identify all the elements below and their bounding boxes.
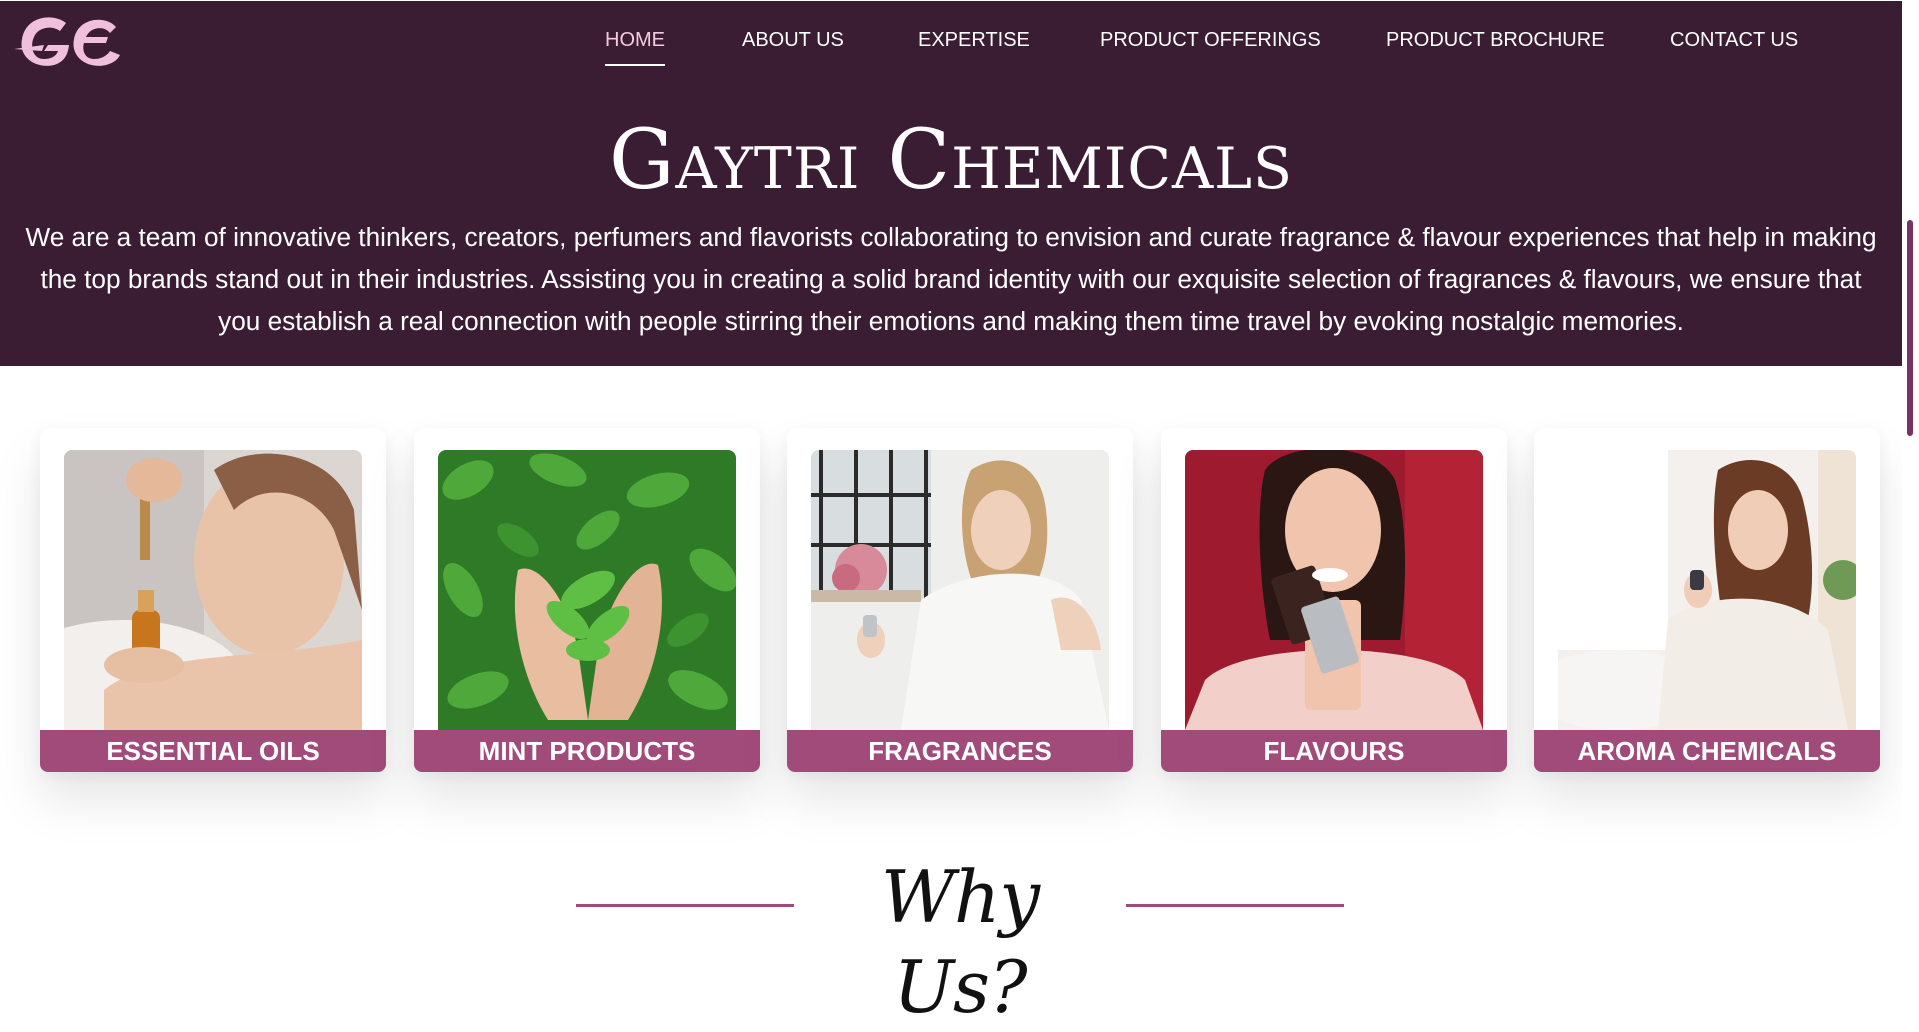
category-card-essential-oils[interactable]: ESSENTIAL OILS bbox=[40, 428, 386, 772]
intro-line: We are a team of innovative thinkers, cr… bbox=[25, 222, 1877, 252]
page-title: Gaytri Chemicals bbox=[608, 113, 1294, 208]
nav-about-us-label: ABOUT US bbox=[742, 29, 844, 51]
nav-product-brochure-label: PRODUCT BROCHURE bbox=[1386, 29, 1605, 51]
intro-line: the top brands stand out in their indust… bbox=[40, 264, 1862, 294]
hero-banner: HOME ABOUT US EXPERTISE PRODUCT OFFERING… bbox=[0, 1, 1902, 366]
category-card-aroma-chemicals[interactable]: AROMA CHEMICALS bbox=[1534, 428, 1880, 772]
woman-eating-chocolate-photo bbox=[1185, 450, 1483, 730]
category-label[interactable]: AROMA CHEMICALS bbox=[1534, 730, 1880, 772]
page-scrollbar[interactable] bbox=[1902, 0, 1919, 939]
nav-expertise[interactable]: EXPERTISE bbox=[918, 29, 1030, 52]
nav-home[interactable]: HOME bbox=[605, 29, 665, 66]
gc-logo[interactable] bbox=[14, 15, 124, 69]
category-card-mint-products[interactable]: MINT PRODUCTS bbox=[414, 428, 760, 772]
nav-expertise-label: EXPERTISE bbox=[918, 29, 1030, 51]
nav-product-brochure[interactable]: PRODUCT BROCHURE bbox=[1386, 29, 1605, 52]
woman-in-robe-perfume-photo bbox=[1558, 450, 1856, 730]
category-label[interactable]: FRAGRANCES bbox=[787, 730, 1133, 772]
heading-divider-left bbox=[576, 904, 794, 907]
nav-home-label: HOME bbox=[605, 29, 665, 51]
why-us-title: Why Us? bbox=[880, 855, 1040, 1029]
nav-product-offerings-label: PRODUCT OFFERINGS bbox=[1100, 29, 1321, 51]
why-us-heading-section: Why Us? bbox=[0, 852, 1902, 1029]
category-label[interactable]: ESSENTIAL OILS bbox=[40, 730, 386, 772]
hands-holding-mint-photo bbox=[438, 450, 736, 730]
woman-spraying-perfume-photo bbox=[811, 450, 1109, 730]
category-label[interactable]: FLAVOURS bbox=[1161, 730, 1507, 772]
intro-line: you establish a real connection with peo… bbox=[218, 306, 1684, 336]
nav-product-offerings[interactable]: PRODUCT OFFERINGS bbox=[1100, 29, 1321, 52]
active-underline bbox=[605, 64, 665, 66]
heading-divider-right bbox=[1126, 904, 1344, 907]
nav-contact-us-label: CONTACT US bbox=[1670, 29, 1799, 51]
category-label[interactable]: MINT PRODUCTS bbox=[414, 730, 760, 772]
category-card-flavours[interactable]: FLAVOURS bbox=[1161, 428, 1507, 772]
nav-about-us[interactable]: ABOUT US bbox=[742, 29, 844, 52]
scrollbar-thumb[interactable] bbox=[1907, 220, 1913, 436]
category-card-fragrances[interactable]: FRAGRANCES bbox=[787, 428, 1133, 772]
nav-contact-us[interactable]: CONTACT US bbox=[1670, 29, 1798, 52]
intro-paragraph: We are a team of innovative thinkers, cr… bbox=[20, 216, 1882, 342]
woman-with-dropper-oil-photo bbox=[64, 450, 362, 730]
